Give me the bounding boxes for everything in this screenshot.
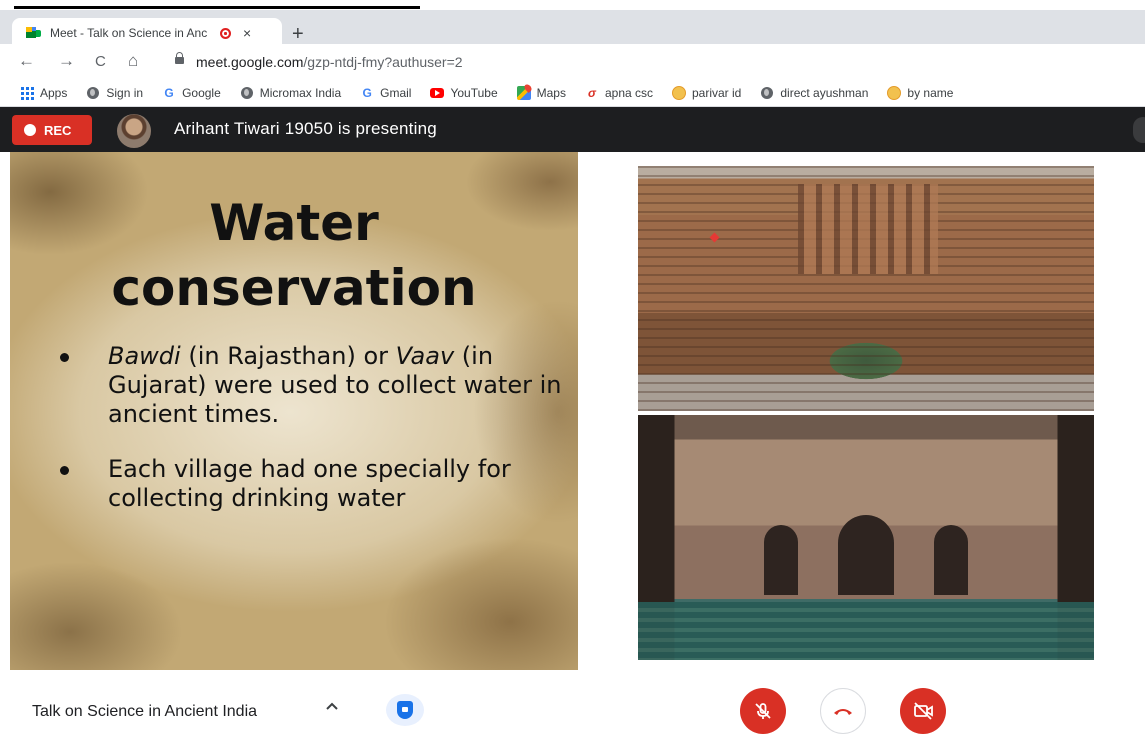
shared-screen: Water conservation Bawdi (in Rajasthan) …: [0, 152, 1145, 670]
presentation-header: REC Arihant Tiwari 19050 is presenting: [0, 107, 1145, 152]
bookmark-label: YouTube: [450, 86, 498, 100]
slide-title-line2: conservation: [111, 259, 477, 317]
window-edge-line: [14, 6, 420, 9]
leave-call-button[interactable]: [820, 688, 866, 734]
microphone-toggle-button[interactable]: [740, 688, 786, 734]
bookmark-google[interactable]: G Google: [162, 86, 221, 100]
mic-off-icon: [755, 703, 771, 719]
bookmark-apps[interactable]: Apps: [20, 86, 67, 100]
side-panel-handle[interactable]: [1133, 117, 1145, 143]
presenter-status: Arihant Tiwari 19050 is presenting: [174, 119, 437, 138]
face-icon: [672, 86, 686, 100]
google-icon: G: [164, 86, 174, 100]
bullet-text: (in Rajasthan) or: [180, 342, 396, 370]
camera-off-icon: [914, 702, 933, 720]
lock-icon: [175, 52, 184, 64]
back-button[interactable]: ←: [18, 52, 35, 70]
stepwell-photo-bottom: [638, 415, 1094, 660]
face-icon: [887, 86, 902, 100]
stepwell-water: [638, 602, 1094, 660]
apna-csc-icon: σ: [587, 86, 596, 100]
globe-icon: [760, 86, 774, 100]
meeting-controls-bar: Talk on Science in Ancient India: [0, 670, 1145, 738]
shield-lock-icon: [397, 701, 413, 719]
google-icon: G: [362, 86, 372, 100]
bookmark-label: Sign in: [106, 86, 144, 100]
bookmark-label: Apps: [40, 86, 68, 100]
slide-title-line1: Water: [209, 194, 379, 252]
bookmark-label: by name: [907, 86, 954, 100]
chevron-up-icon[interactable]: [325, 698, 339, 715]
bookmark-label: parivar id: [692, 86, 742, 100]
bookmark-label: Maps: [536, 86, 566, 100]
bookmark-label: Google: [182, 86, 221, 100]
url-field[interactable]: meet.google.com/gzp-ntdj-fmy?authuser=2: [196, 54, 463, 70]
arch: [934, 525, 968, 595]
browser-tab-strip: Meet - Talk on Science in Anc × +: [0, 10, 1145, 48]
new-tab-button[interactable]: +: [292, 24, 304, 44]
bullet-text: Each village had one specially for colle…: [108, 455, 511, 512]
bookmark-maps[interactable]: Maps: [516, 86, 566, 100]
meeting-safety-button[interactable]: [386, 694, 424, 726]
bookmark-parivar-id[interactable]: parivar id: [672, 86, 741, 100]
recording-badge: REC: [12, 115, 92, 145]
stepwell-pavilion: [798, 184, 938, 274]
bookmark-by-name[interactable]: by name: [887, 86, 953, 100]
slide-text-panel: Water conservation Bawdi (in Rajasthan) …: [10, 152, 578, 670]
pointer-marker-icon: [709, 232, 720, 243]
slide-bullet: Bawdi (in Rajasthan) or Vaav (in Gujarat…: [58, 342, 568, 429]
presenter-avatar: [117, 114, 151, 148]
url-host: meet.google.com: [196, 54, 304, 70]
reload-button[interactable]: C: [95, 53, 106, 71]
tab-close-button[interactable]: ×: [243, 25, 251, 41]
bookmark-micromax-india[interactable]: Micromax India: [240, 86, 341, 100]
maps-icon: [516, 86, 531, 100]
record-dot-icon: [24, 124, 36, 136]
bookmarks-bar: Apps Sign in G Google Micromax India G G…: [0, 80, 1145, 107]
bookmark-label: Micromax India: [259, 86, 342, 100]
bookmark-label: direct ayushman: [780, 86, 869, 100]
apps-grid-icon: [20, 86, 34, 100]
bookmark-direct-ayushman[interactable]: direct ayushman: [760, 86, 868, 100]
youtube-icon: [430, 86, 445, 100]
hang-up-icon: [834, 709, 852, 715]
home-button[interactable]: ⌂: [128, 52, 138, 70]
term-vaav: Vaav: [395, 342, 455, 370]
bookmark-apna-csc[interactable]: σ apna csc: [585, 86, 653, 100]
forward-button[interactable]: →: [58, 52, 75, 70]
recording-label: REC: [44, 122, 72, 138]
globe-icon: [240, 86, 254, 100]
slide-image-panel: [578, 152, 1145, 670]
slide-bullet: Each village had one specially for colle…: [58, 455, 568, 513]
bookmark-youtube[interactable]: YouTube: [430, 86, 498, 100]
stepwell-photo-top: [638, 166, 1094, 411]
meet-favicon-icon: [26, 27, 42, 39]
bookmark-gmail[interactable]: G Gmail: [360, 86, 411, 100]
bookmark-sign-in[interactable]: Sign in: [86, 86, 143, 100]
term-bawdi: Bawdi: [108, 342, 181, 370]
globe-icon: [86, 86, 100, 100]
url-path: /gzp-ntdj-fmy?authuser=2: [303, 54, 463, 70]
meeting-title[interactable]: Talk on Science in Ancient India: [32, 703, 257, 721]
recording-indicator-icon: [220, 27, 231, 39]
arch: [838, 515, 894, 595]
camera-toggle-button[interactable]: [900, 688, 946, 734]
slide-bullets: Bawdi (in Rajasthan) or Vaav (in Gujarat…: [58, 342, 568, 539]
arch: [764, 525, 798, 595]
bookmark-label: Gmail: [380, 86, 412, 100]
tab-title: Meet - Talk on Science in Anc: [50, 26, 208, 40]
address-bar-row: ← → C ⌂ meet.google.com/gzp-ntdj-fmy?aut…: [0, 44, 1145, 80]
bookmark-label: apna csc: [604, 86, 653, 100]
